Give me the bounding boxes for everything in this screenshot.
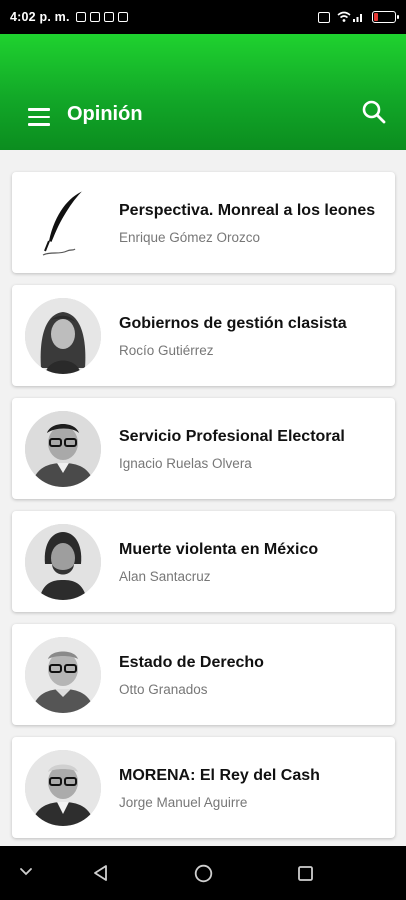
- notification-icon: [117, 12, 128, 22]
- article-card[interactable]: Estado de Derecho Otto Granados: [12, 624, 395, 725]
- wifi-signal-icon: [337, 11, 362, 22]
- system-icons: [318, 11, 399, 23]
- article-title: Servicio Profesional Electoral: [119, 427, 345, 445]
- notification-icon: [103, 12, 114, 22]
- author-photo: [25, 410, 101, 487]
- article-title: MORENA: El Rey del Cash: [119, 766, 320, 784]
- article-title: Perspectiva. Monreal a los leones: [119, 201, 376, 219]
- system-navigation-bar: [0, 846, 406, 900]
- author-photo: [25, 749, 101, 826]
- article-card[interactable]: Perspectiva. Monreal a los leones Enriqu…: [12, 172, 395, 273]
- author-photo: [25, 636, 101, 713]
- page-title: Opinión: [67, 103, 143, 125]
- article-author: Ignacio Ruelas Olvera: [119, 455, 252, 471]
- article-author: Rocío Gutiérrez: [119, 342, 214, 358]
- clock-time: 4:02 p. m.: [10, 10, 70, 24]
- quill-icon: [25, 184, 101, 261]
- article-title: Estado de Derecho: [119, 653, 264, 671]
- article-card[interactable]: MORENA: El Rey del Cash Jorge Manuel Agu…: [12, 737, 395, 838]
- battery-icon: [372, 11, 399, 23]
- article-author: Jorge Manuel Aguirre: [119, 794, 248, 810]
- battery-fill: [374, 13, 378, 21]
- hamburger-menu-icon[interactable]: [28, 108, 50, 126]
- app-bar: Opinión: [0, 34, 406, 150]
- article-list: Perspectiva. Monreal a los leones Enriqu…: [12, 172, 395, 850]
- article-author: Enrique Gómez Orozco: [119, 229, 261, 245]
- article-author: Otto Granados: [119, 681, 208, 697]
- article-card[interactable]: Servicio Profesional Electoral Ignacio R…: [12, 398, 395, 499]
- article-title: Gobiernos de gestión clasista: [119, 314, 347, 332]
- vibrate-icon: [318, 11, 330, 23]
- search-icon[interactable]: [360, 98, 388, 126]
- article-title: Muerte violenta en México: [119, 540, 319, 558]
- home-circle-icon[interactable]: [194, 864, 213, 883]
- author-photo: [25, 297, 101, 374]
- article-card[interactable]: Gobiernos de gestión clasista Rocío Guti…: [12, 285, 395, 386]
- notification-icon: [75, 12, 86, 22]
- recents-square-icon[interactable]: [297, 865, 314, 882]
- notification-icon: [89, 12, 100, 22]
- article-card[interactable]: Muerte violenta en México Alan Santacruz: [12, 511, 395, 612]
- status-bar: 4:02 p. m.: [0, 0, 406, 34]
- back-triangle-icon[interactable]: [92, 864, 110, 882]
- author-photo: [25, 523, 101, 600]
- notification-icons: [75, 12, 128, 22]
- article-author: Alan Santacruz: [119, 568, 211, 584]
- chevron-down-icon[interactable]: [19, 867, 33, 877]
